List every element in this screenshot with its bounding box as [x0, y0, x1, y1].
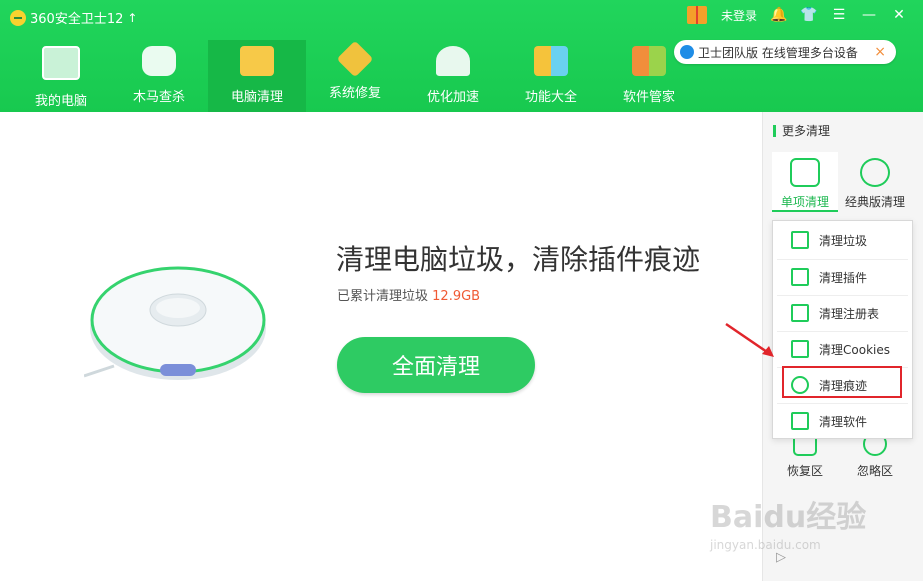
- nav-label: 木马查杀: [132, 90, 185, 105]
- restore-label: 恢复区: [786, 464, 823, 478]
- bell-icon[interactable]: 🔔: [770, 7, 787, 23]
- upgrade-arrow-icon[interactable]: ↑: [127, 11, 137, 25]
- ignore-area-button[interactable]: 忽略区: [842, 432, 908, 479]
- sidebar-section-title: 更多清理: [773, 122, 830, 139]
- rocket-icon: [436, 46, 470, 76]
- menu-label: 清理插件: [819, 270, 868, 285]
- window-controls: 未登录 🔔 👕 ☰ — ✕: [686, 6, 907, 24]
- pointer-arrow-annotation: [725, 322, 774, 357]
- nav-label: 系统修复: [328, 86, 381, 101]
- collapse-chevron-icon[interactable]: ▷: [776, 550, 786, 565]
- nav-label: 软件管家: [622, 90, 675, 105]
- tab-single-clean[interactable]: 单项清理: [772, 152, 838, 212]
- gift-icon[interactable]: [686, 6, 707, 24]
- team-edition-banner[interactable]: 卫士团队版 在线管理多台设备 ×: [674, 40, 896, 64]
- wrench-icon: [336, 40, 374, 78]
- baidu-watermark: Baidu经验 jingyan.baidu.com: [710, 492, 866, 552]
- cumulative-label: 已累计清理垃圾: [337, 289, 429, 304]
- watermark-text: Baidu经验: [710, 500, 867, 535]
- nav-pc-clean[interactable]: 电脑清理: [208, 40, 306, 112]
- minimize-icon[interactable]: —: [861, 7, 877, 23]
- menu-label: 清理Cookies: [819, 342, 890, 357]
- nav-label: 我的电脑: [34, 94, 87, 109]
- broom-icon: [240, 46, 274, 76]
- app-title-text: 360安全卫士12: [30, 12, 124, 27]
- robot-cleaner-illustration: [84, 266, 266, 380]
- full-clean-button[interactable]: 全面清理: [337, 337, 535, 393]
- menu-icon[interactable]: ☰: [831, 7, 847, 23]
- nav-label: 电脑清理: [230, 90, 283, 105]
- apps-icon: [632, 46, 666, 76]
- horse-icon: [142, 46, 176, 76]
- tab-label: 经典版清理: [844, 195, 905, 209]
- puzzle-icon: [791, 268, 809, 286]
- menu-item-clean-registry[interactable]: 清理注册表: [777, 295, 908, 330]
- nav-label: 优化加速: [426, 90, 479, 105]
- menu-label: 清理垃圾: [819, 233, 868, 248]
- tab-classic-clean[interactable]: 经典版清理: [842, 152, 908, 210]
- tab-label: 单项清理: [780, 195, 829, 209]
- app-title: 360安全卫士12 ↑: [10, 8, 137, 27]
- banner-text: 卫士团队版 在线管理多台设备: [698, 45, 858, 60]
- main-nav: 我的电脑 木马查杀 电脑清理 系统修复 优化加速 功能大全 软件管家: [12, 40, 698, 112]
- cumulative-stat: 已累计清理垃圾 12.9GB: [337, 285, 480, 304]
- broom-icon: [790, 158, 820, 187]
- software-icon: [791, 412, 809, 430]
- top-bar: 360安全卫士12 ↑ 未登录 🔔 👕 ☰ — ✕ 卫士团队版 在线管理多台设备…: [0, 0, 923, 112]
- classic-clean-icon: [860, 158, 890, 187]
- nav-features[interactable]: 功能大全: [502, 40, 600, 112]
- trash-icon: [791, 231, 809, 249]
- nav-trojan-scan[interactable]: 木马查杀: [110, 40, 208, 112]
- nav-label: 功能大全: [524, 90, 577, 105]
- menu-item-clean-junk[interactable]: 清理垃圾: [777, 223, 908, 257]
- cumulative-value: 12.9GB: [432, 289, 481, 304]
- grid-icon: [534, 46, 568, 76]
- menu-label: 清理注册表: [819, 306, 880, 321]
- document-icon: [791, 340, 809, 358]
- nav-optimize[interactable]: 优化加速: [404, 40, 502, 112]
- ignore-label: 忽略区: [856, 464, 893, 478]
- menu-item-clean-cookies[interactable]: 清理Cookies: [777, 331, 908, 366]
- nav-my-computer[interactable]: 我的电脑: [12, 40, 110, 112]
- menu-item-clean-plugins[interactable]: 清理插件: [777, 259, 908, 294]
- page-headline: 清理电脑垃圾，清除插件痕迹: [336, 243, 701, 276]
- menu-item-clean-software[interactable]: 清理软件: [777, 403, 908, 438]
- single-clean-menu: 清理垃圾 清理插件 清理注册表 清理Cookies 清理痕迹 清理软件: [772, 220, 913, 439]
- login-link[interactable]: 未登录: [721, 7, 757, 24]
- nav-software-manager[interactable]: 软件管家: [600, 40, 698, 112]
- registry-icon: [791, 304, 809, 322]
- watermark-sub: jingyan.baidu.com: [710, 538, 821, 552]
- nav-system-repair[interactable]: 系统修复: [306, 40, 404, 112]
- banner-close-icon[interactable]: ×: [874, 44, 886, 60]
- app-logo: [10, 9, 26, 26]
- shirt-icon[interactable]: 👕: [800, 7, 817, 23]
- monitor-icon: [42, 46, 80, 80]
- menu-label: 清理软件: [819, 414, 868, 429]
- traces-highlight-box: [782, 366, 902, 398]
- restore-area-button[interactable]: 恢复区: [772, 432, 838, 479]
- close-icon[interactable]: ✕: [891, 7, 907, 23]
